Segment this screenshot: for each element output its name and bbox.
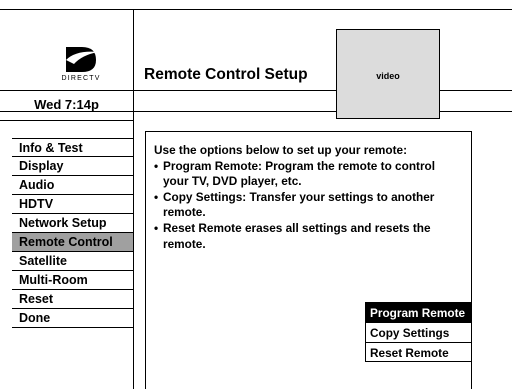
logo-text: DIRECTV xyxy=(61,75,101,82)
sidebar-divider xyxy=(133,9,134,389)
menu-item-remote-control[interactable]: Remote Control xyxy=(12,233,133,252)
video-label: video xyxy=(376,71,400,81)
menu-item-done[interactable]: Done xyxy=(12,309,133,328)
video-preview: video xyxy=(336,29,440,119)
menu-item-display[interactable]: Display xyxy=(12,157,133,176)
description: Use the options below to set up your rem… xyxy=(154,143,459,252)
bullet-text: Reset Remote erases all settings and res… xyxy=(163,220,431,251)
reset-remote-button[interactable]: Reset Remote xyxy=(365,342,472,362)
header-top-divider xyxy=(0,9,512,10)
copy-settings-button[interactable]: Copy Settings xyxy=(365,322,472,342)
menu-item-multi-room[interactable]: Multi-Room xyxy=(12,271,133,290)
header-divider xyxy=(0,90,336,91)
bullet-text: Program Remote: Program the remote to co… xyxy=(163,158,436,189)
header-divider-right xyxy=(440,90,512,91)
page-title: Remote Control Setup xyxy=(144,66,308,83)
program-remote-button[interactable]: Program Remote xyxy=(365,302,472,322)
menu-item-audio[interactable]: Audio xyxy=(12,176,133,195)
menu-item-hdtv[interactable]: HDTV xyxy=(12,195,133,214)
intro-text: Use the options below to set up your rem… xyxy=(154,143,407,157)
options-list: Program Remote Copy Settings Reset Remote xyxy=(365,302,472,362)
clock-time: Wed 7:14p xyxy=(34,97,99,112)
bullet-dot: • xyxy=(154,220,159,235)
bullet-text: Copy Settings: Transfer your settings to… xyxy=(163,189,435,220)
menu-item-info-test[interactable]: Info & Test xyxy=(12,138,133,157)
directv-logo-icon xyxy=(66,47,98,72)
menu-item-satellite[interactable]: Satellite xyxy=(12,252,133,271)
menu-item-reset[interactable]: Reset xyxy=(12,290,133,309)
sidebar-top-divider xyxy=(0,120,133,121)
time-bar-divider-right xyxy=(440,111,512,112)
side-menu: Info & Test Display Audio HDTV Network Setup… xyxy=(12,138,133,328)
bullet-dot: • xyxy=(154,158,159,173)
bullet-program-remote: • Program Remote: Program the remote to … xyxy=(154,159,459,190)
bullet-dot: • xyxy=(154,189,159,204)
menu-item-network-setup[interactable]: Network Setup xyxy=(12,214,133,233)
bullet-reset-remote: • Reset Remote erases all settings and r… xyxy=(154,221,459,252)
bullet-copy-settings: • Copy Settings: Transfer your settings … xyxy=(154,190,459,221)
